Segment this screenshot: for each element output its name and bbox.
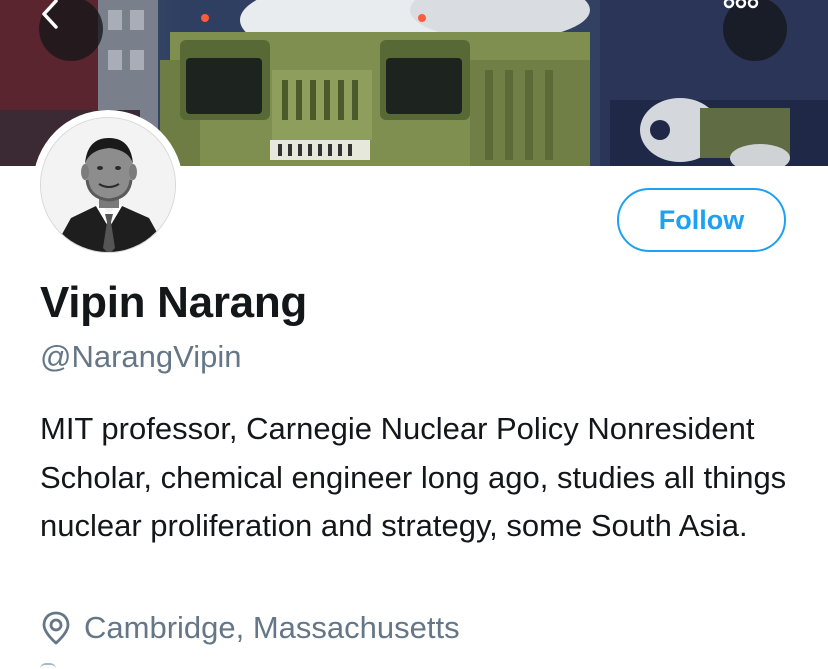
more-options-button[interactable] — [723, 0, 787, 61]
user-handle: @NarangVipin — [40, 339, 242, 374]
location-text: Cambridge, Massachusetts — [84, 610, 460, 645]
back-button[interactable] — [39, 0, 103, 61]
display-name: Vipin Narang — [40, 278, 307, 327]
profile-avatar[interactable] — [33, 110, 183, 260]
profile-location: Cambridge, Massachusetts — [40, 606, 460, 650]
avatar-image — [40, 117, 176, 253]
profile-bio: MIT professor, Carnegie Nuclear Policy N… — [40, 411, 787, 543]
next-row-icon-edge — [40, 663, 56, 669]
location-pin-icon — [40, 610, 72, 646]
follow-button[interactable]: Follow — [617, 188, 786, 252]
